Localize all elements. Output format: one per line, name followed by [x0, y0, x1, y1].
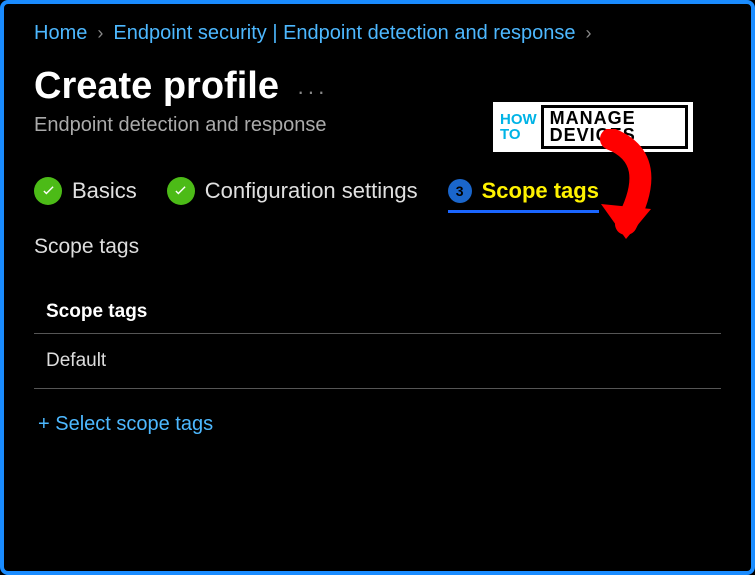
howto-manage-devices-logo: HOW TO MANAGE DEVICES — [493, 102, 693, 152]
table-row[interactable]: Default — [34, 334, 721, 389]
check-icon — [167, 177, 195, 205]
logo-text: HOW — [500, 112, 537, 127]
section-heading: Scope tags — [34, 235, 721, 259]
breadcrumb-home[interactable]: Home — [34, 22, 87, 45]
wizard-steps: Basics Configuration settings 3 Scope ta… — [34, 177, 721, 205]
select-scope-tags-link[interactable]: + Select scope tags — [34, 413, 213, 436]
chevron-right-icon: › — [97, 23, 103, 44]
chevron-right-icon: › — [586, 23, 592, 44]
step-configuration[interactable]: Configuration settings — [167, 177, 418, 205]
breadcrumb-section[interactable]: Endpoint security | Endpoint detection a… — [113, 22, 575, 45]
logo-text: DEVICES — [550, 127, 679, 144]
step-label: Basics — [72, 178, 137, 204]
page-title: Create profile — [34, 65, 279, 108]
step-label: Scope tags — [482, 178, 599, 204]
breadcrumb: Home › Endpoint security | Endpoint dete… — [34, 22, 721, 45]
more-icon[interactable]: ··· — [297, 79, 328, 105]
logo-text: TO — [500, 127, 537, 142]
step-label: Configuration settings — [205, 178, 418, 204]
check-icon — [34, 177, 62, 205]
step-basics[interactable]: Basics — [34, 177, 137, 205]
table-header: Scope tags — [34, 291, 721, 334]
step-scope-tags[interactable]: 3 Scope tags — [448, 178, 599, 213]
step-number-icon: 3 — [448, 179, 472, 203]
